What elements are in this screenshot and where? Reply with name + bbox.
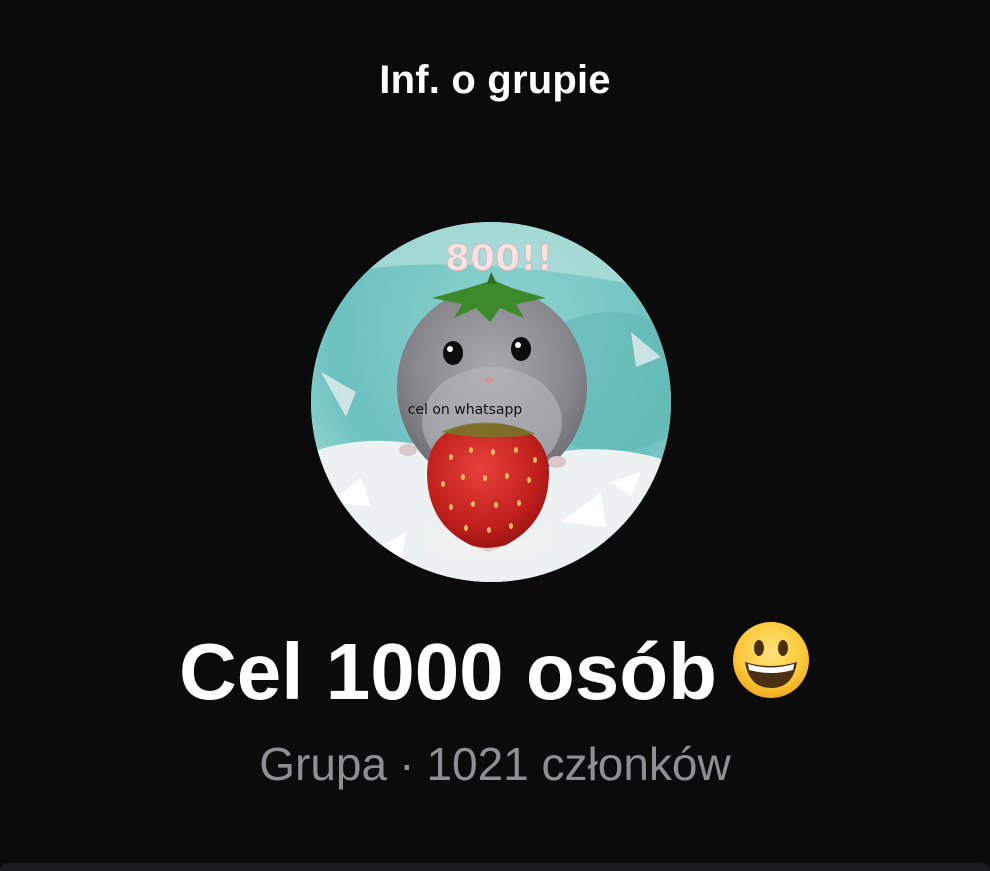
group-avatar[interactable]: 800!! cel on whatsapp	[311, 222, 671, 582]
group-name: Cel 1000 osób	[0, 622, 990, 721]
next-section-edge	[0, 863, 990, 871]
grinning-face-emoji-icon	[731, 620, 811, 721]
group-meta: Grupa · 1021 członków	[0, 736, 990, 792]
avatar-overlay-text: 800!!	[445, 238, 553, 279]
member-count[interactable]: 1021 członków	[426, 738, 730, 790]
group-type: Grupa	[259, 738, 388, 790]
meta-separator: ·	[399, 738, 415, 790]
page-title: Inf. o grupie	[379, 58, 611, 102]
group-name-text: Cel 1000 osób	[178, 627, 717, 716]
avatar-caption-text: cel on whatsapp	[408, 402, 523, 418]
group-avatar-image: 800!! cel on whatsapp	[311, 222, 671, 582]
